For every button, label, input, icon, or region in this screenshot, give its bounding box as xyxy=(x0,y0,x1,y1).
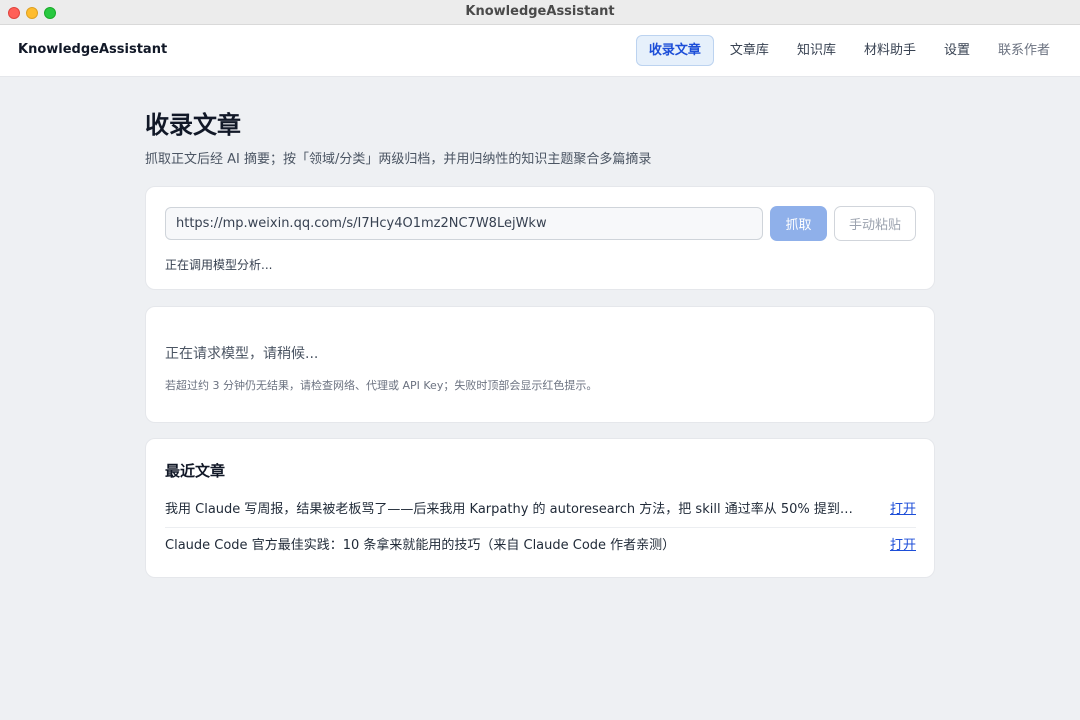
fetch-button[interactable]: 抓取 xyxy=(770,206,827,241)
list-item: Claude Code 官方最佳实践：10 条拿来就能用的技巧（来自 Claud… xyxy=(165,528,916,563)
article-title: Claude Code 官方最佳实践：10 条拿来就能用的技巧（来自 Claud… xyxy=(165,538,676,553)
article-url-input[interactable] xyxy=(165,207,763,240)
fetch-status-text: 正在调用模型分析... xyxy=(165,258,273,272)
recent-articles-card: 最近文章 我用 Claude 写周报，结果被老板骂了——后来我用 Karpath… xyxy=(145,438,935,578)
app-window: KnowledgeAssistant KnowledgeAssistant 收录… xyxy=(0,0,1080,720)
article-title: 我用 Claude 写周报，结果被老板骂了——后来我用 Karpathy 的 a… xyxy=(165,502,865,517)
nav-menu: 收录文章 文章库 知识库 材料助手 设置 联系作者 xyxy=(635,35,1062,66)
nav-tab-contact-author[interactable]: 联系作者 xyxy=(986,35,1062,66)
page-subtitle: 抓取正文后经 AI 摘要；按「领域/分类」两级归档，并用归纳性的知识主题聚合多篇… xyxy=(145,152,652,167)
nav-tab-article-library[interactable]: 文章库 xyxy=(718,35,781,66)
recent-articles-list: 我用 Claude 写周报，结果被老板骂了——后来我用 Karpathy 的 a… xyxy=(165,492,916,563)
nav-tab-material-assistant[interactable]: 材料助手 xyxy=(852,35,928,66)
window-title: KnowledgeAssistant xyxy=(465,4,615,19)
manual-paste-button[interactable]: 手动粘贴 xyxy=(834,206,916,241)
page-title: 收录文章 xyxy=(145,111,241,139)
progress-card: 正在请求模型，请稍候... 若超过约 3 分钟仍无结果，请检查网络、代理或 AP… xyxy=(145,306,935,423)
fetch-card: 抓取 手动粘贴 正在调用模型分析... xyxy=(145,186,935,290)
progress-hint: 若超过约 3 分钟仍无结果，请检查网络、代理或 API Key；失败时顶部会显示… xyxy=(165,379,598,392)
open-article-link[interactable]: 打开 xyxy=(890,528,916,563)
main-content: 收录文章 抓取正文后经 AI 摘要；按「领域/分类」两级归档，并用归纳性的知识主… xyxy=(145,77,935,578)
list-item: 我用 Claude 写周报，结果被老板骂了——后来我用 Karpathy 的 a… xyxy=(165,492,916,528)
nav-tab-knowledge-base[interactable]: 知识库 xyxy=(785,35,848,66)
nav-tab-collect-articles[interactable]: 收录文章 xyxy=(635,35,714,66)
brand-name[interactable]: KnowledgeAssistant xyxy=(18,42,167,57)
open-article-link[interactable]: 打开 xyxy=(890,492,916,527)
recent-articles-heading: 最近文章 xyxy=(165,462,226,480)
title-bar: KnowledgeAssistant xyxy=(0,0,1080,25)
top-navbar: KnowledgeAssistant 收录文章 文章库 知识库 材料助手 设置 … xyxy=(0,25,1080,77)
progress-message: 正在请求模型，请稍候... xyxy=(165,346,319,362)
nav-tab-settings[interactable]: 设置 xyxy=(932,35,982,66)
